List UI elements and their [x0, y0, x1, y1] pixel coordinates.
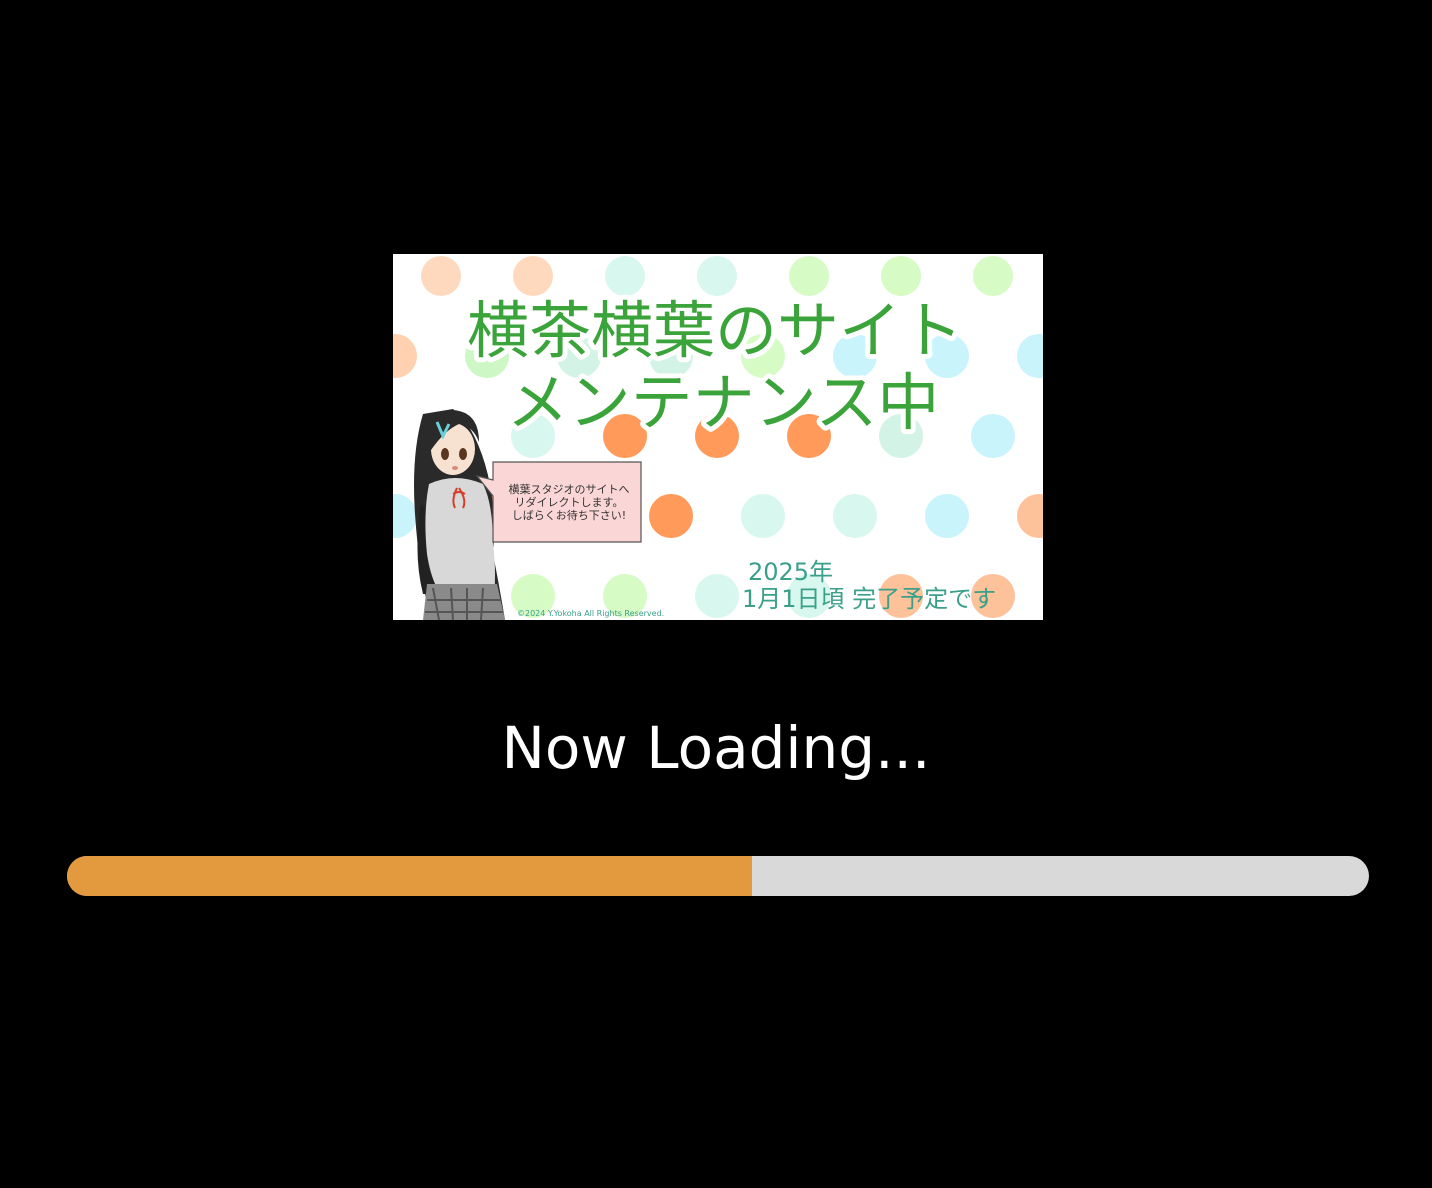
maintenance-banner-image: 横葉スタジオのサイトへ リダイレクトします。 しばらくお待ち下さい! 横茶横葉の… — [393, 254, 1043, 620]
banner-title-line-1: 横茶横葉のサイト — [467, 294, 963, 367]
polka-dot — [695, 574, 739, 618]
bubble-line-1: 横葉スタジオのサイトへ — [509, 482, 630, 496]
polka-dot — [971, 414, 1015, 458]
bubble-line-2: リダイレクトします。 — [515, 495, 624, 509]
polka-dot — [925, 494, 969, 538]
banner-title-line-2: メンテナンス中 — [507, 366, 940, 439]
loading-label: Now Loading... — [501, 714, 931, 782]
polka-dot — [649, 494, 693, 538]
polka-dot — [697, 256, 737, 296]
completion-date: 1月1日頃 完了予定です — [742, 585, 996, 613]
progress-bar — [67, 856, 1369, 896]
progress-bar-fill — [67, 856, 752, 896]
bubble-line-3: しばらくお待ち下さい! — [512, 508, 626, 522]
speech-bubble: 横葉スタジオのサイトへ リダイレクトします。 しばらくお待ち下さい! — [475, 461, 642, 543]
polka-dot — [789, 256, 829, 296]
polka-dot — [833, 494, 877, 538]
copyright-notice: ©2024 Y.Yokoha All Rights Reserved. — [517, 609, 664, 618]
polka-dot — [881, 256, 921, 296]
completion-year: 2025年 — [748, 558, 833, 586]
polka-dot — [741, 494, 785, 538]
polka-dot — [513, 256, 553, 296]
loading-screen: 横葉スタジオのサイトへ リダイレクトします。 しばらくお待ち下さい! 横茶横葉の… — [0, 0, 1432, 1188]
polka-dot — [973, 256, 1013, 296]
polka-dot — [421, 256, 461, 296]
polka-dot — [605, 256, 645, 296]
